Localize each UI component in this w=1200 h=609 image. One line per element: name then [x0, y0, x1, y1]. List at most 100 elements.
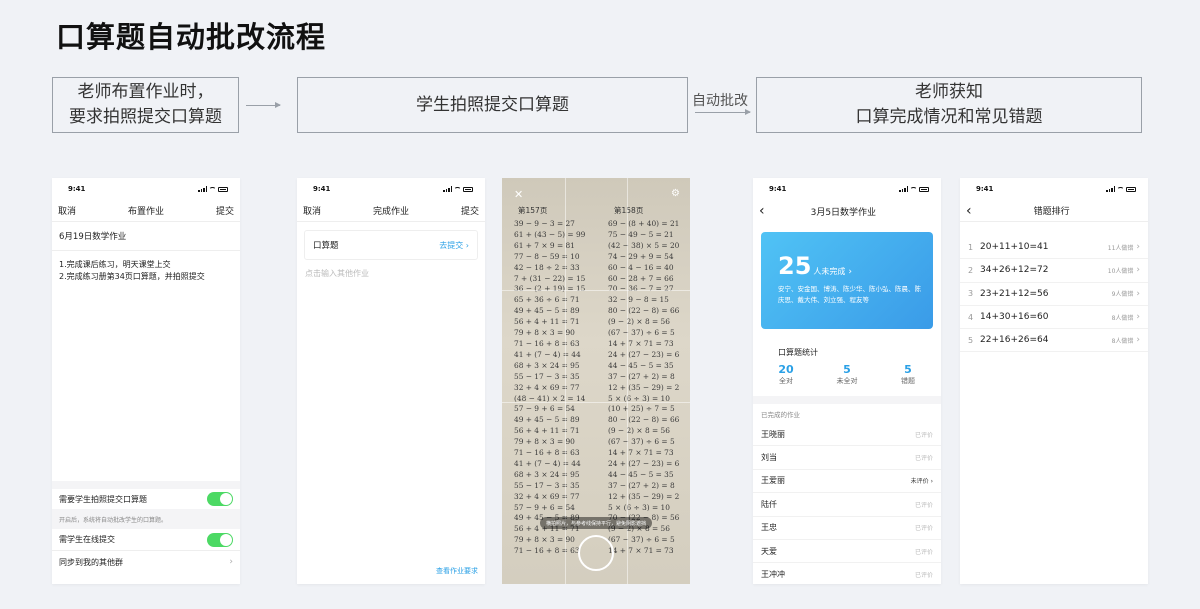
phone-assign-homework: 9:41 取消 布置作业 提交 6月19日数学作业 1.完成课后练习，明天课堂上… — [52, 178, 240, 584]
submit-button[interactable]: 提交 — [216, 204, 234, 217]
online-submit-label: 需学生在线提交 — [59, 535, 115, 544]
error-equation: 34+26+12=72 — [980, 265, 1049, 276]
error-count: 9人做错 — [1111, 291, 1134, 299]
stat-wrong-label: 错题 — [901, 377, 915, 385]
signal-icon — [1106, 186, 1115, 192]
error-row[interactable]: 3 23+21+12=56 9人做错 › — [960, 283, 1148, 306]
flow-step-submit: 学生拍照提交口算题 — [297, 77, 688, 133]
worksheet-left-column: 39 − 9 − 3 = 27 61 + (43 − 5) = 99 61 + … — [514, 219, 586, 556]
signal-icon — [443, 186, 452, 192]
guide-line-horizontal — [502, 290, 690, 291]
other-homework-input[interactable]: 点击输入其他作业 — [297, 260, 485, 287]
flow-step-assign: 老师布置作业时， 要求拍照提交口算题 — [52, 77, 239, 133]
status-time: 9:41 — [976, 185, 994, 193]
stats-row: 20 全对 5 未全对 5 错题 — [767, 363, 927, 386]
student-status: 已评价 — [914, 525, 933, 533]
settings-icon[interactable]: ⚙ — [671, 188, 680, 199]
student-row[interactable]: 王忠 已评价 — [753, 517, 941, 540]
error-count: 8人做错 — [1111, 314, 1134, 322]
student-name: 王爱丽 — [761, 476, 785, 486]
error-equation: 20+11+10=41 — [980, 242, 1049, 253]
sync-groups-row[interactable]: 同步到我的其他群 › — [52, 551, 240, 573]
error-count: 10人做错 — [1107, 267, 1134, 275]
online-submit-toggle[interactable] — [207, 532, 233, 547]
photo-submit-row: 需要学生拍照提交口算题 — [52, 489, 240, 509]
submit-button[interactable]: 提交 — [461, 204, 479, 217]
chevron-right-icon: › — [1136, 288, 1140, 299]
unfinished-label: 人未完成 — [813, 267, 846, 276]
student-row[interactable]: 王爱丽 未评价 › — [753, 470, 941, 494]
battery-icon — [218, 186, 228, 192]
chevron-right-icon: › — [1136, 242, 1140, 253]
chevron-right-icon: › — [930, 478, 933, 486]
back-icon[interactable]: ‹ — [759, 204, 765, 218]
photo-submit-toggle[interactable] — [207, 492, 233, 506]
student-row[interactable]: 天爱 已评价 — [753, 540, 941, 564]
error-list: 1 20+11+10=41 11人做错 › 2 34+26+12=72 10人做错 › 32… — [960, 236, 1148, 353]
status-bar: 9:41 — [753, 178, 941, 200]
cancel-button[interactable]: 取消 — [58, 204, 76, 217]
stat-not-all-correct-num: 5 — [843, 363, 851, 376]
view-requirements-link[interactable]: 查看作业要求 — [436, 566, 478, 576]
online-submit-row: 需学生在线提交 — [52, 529, 240, 551]
error-equation: 22+16+26=64 — [980, 335, 1049, 346]
status-time: 9:41 — [313, 185, 331, 193]
homework-line-2: 2.完成练习册第34页口算题，并拍照提交 — [59, 272, 205, 281]
student-row[interactable]: 刘当 已评价 — [753, 446, 941, 470]
chevron-right-icon: › — [229, 557, 233, 567]
error-row[interactable]: 1 20+11+10=41 11人做错 › — [960, 236, 1148, 260]
nav-bar: 取消 布置作业 提交 — [52, 200, 240, 222]
error-row[interactable]: 2 34+26+12=72 10人做错 › — [960, 259, 1148, 283]
student-row[interactable]: 王冲冲 已评价 — [753, 563, 941, 584]
cancel-button[interactable]: 取消 — [303, 204, 321, 217]
error-equation: 23+21+12=56 — [980, 288, 1049, 299]
flow-step-assign-line1: 老师布置作业时， — [77, 82, 214, 102]
flow-arrow-label: 自动批改 — [692, 93, 748, 109]
wifi-icon — [910, 186, 917, 192]
unfinished-names: 安宁、安金国、博涛、陈少华、陈小弘、陈晨、陈庆思、戴大伟、刘立强、程友等 — [778, 285, 921, 304]
student-name: 刘当 — [761, 453, 777, 463]
student-name: 王晓丽 — [761, 429, 785, 439]
error-count: 11人做错 — [1107, 244, 1134, 252]
phone-complete-homework: 9:41 取消 完成作业 提交 口算题 去提交 › 点击输入其他作业 查看作业要… — [297, 178, 485, 584]
flow-step-assign-line2: 要求拍照提交口算题 — [69, 107, 222, 127]
error-rank: 4 — [968, 312, 974, 322]
student-list: 王晓丽 已评价 刘当 已评价 王爱丽 未评价 › 陆仟 已评价 王忠 已评价 天爱 已评价 … — [753, 423, 941, 584]
oral-math-card[interactable]: 口算题 去提交 › — [304, 230, 478, 260]
student-name: 陆仟 — [761, 499, 777, 509]
status-bar: 9:41 — [52, 178, 240, 200]
battery-icon — [1126, 186, 1136, 192]
error-rank: 1 — [968, 242, 974, 252]
chevron-right-icon: › — [1136, 265, 1140, 276]
flow-step-result-line2: 口算完成情况和常见错题 — [855, 107, 1043, 127]
page-title: 口算题自动批改流程 — [56, 20, 327, 54]
battery-icon — [919, 186, 929, 192]
homework-content[interactable]: 1.完成课后练习，明天课堂上交 2.完成练习册第34页口算题，并拍照提交 — [52, 251, 240, 481]
photo-submit-note: 开启后，系统将自动批改学生的口算题。 — [52, 509, 240, 529]
status-time: 9:41 — [769, 185, 787, 193]
status-bar: 9:41 — [297, 178, 485, 200]
go-submit-link[interactable]: 去提交 — [439, 241, 463, 250]
homework-title[interactable]: 6月19日数学作业 — [52, 222, 240, 251]
flow-arrow-1 — [246, 102, 281, 108]
flow-step-submit-label: 学生拍照提交口算题 — [416, 94, 569, 115]
chevron-right-icon: › — [465, 240, 469, 250]
stats-title: 口算题统计 — [778, 348, 818, 357]
wifi-icon — [209, 186, 216, 192]
student-row[interactable]: 王晓丽 已评价 — [753, 423, 941, 447]
error-row[interactable]: 5 22+16+26=64 8人做错 › — [960, 329, 1148, 353]
nav-title: 布置作业 — [127, 207, 164, 217]
photo-submit-label: 需要学生拍照提交口算题 — [59, 494, 147, 504]
status-time: 9:41 — [68, 185, 86, 193]
camera-tip: 横拍照片，与参考线保持平行，避免阴影遮挡 — [540, 517, 652, 529]
back-icon[interactable]: ‹ — [966, 204, 972, 218]
close-icon[interactable]: ✕ — [514, 188, 523, 201]
worksheet-right-column: 69 − (8 + 40) = 21 75 − 49 − 5 = 21 (42 … — [608, 219, 680, 556]
student-status: 已评价 — [914, 572, 933, 580]
student-row[interactable]: 陆仟 已评价 — [753, 493, 941, 517]
shutter-button[interactable] — [578, 535, 614, 571]
stat-all-correct-label: 全对 — [779, 377, 793, 385]
error-row[interactable]: 4 14+30+16=60 8人做错 › — [960, 306, 1148, 330]
unfinished-card[interactable]: 25 人未完成 › 安宁、安金国、博涛、陈少华、陈小弘、陈晨、陈庆思、戴大伟、刘… — [761, 232, 933, 329]
phone-homework-stats: 9:41 ‹ 3月5日数学作业 25 人未完成 › 安宁、安金国、博涛、陈少华、… — [753, 178, 941, 584]
